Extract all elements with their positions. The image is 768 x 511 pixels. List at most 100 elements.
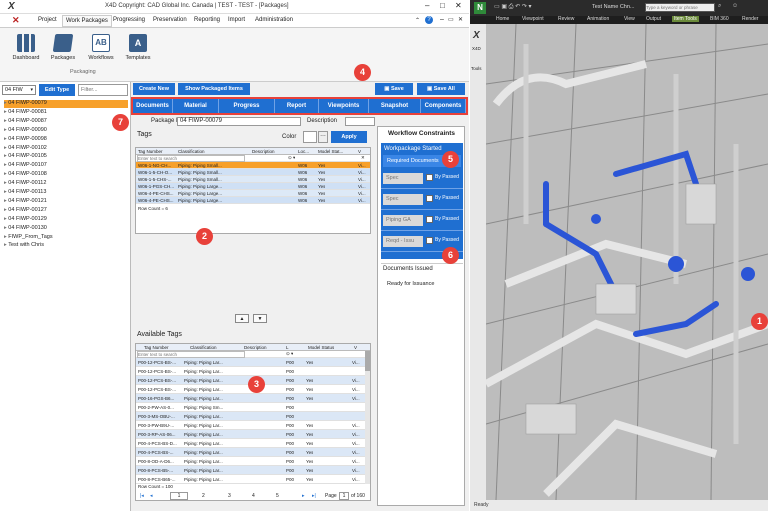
description-field[interactable] bbox=[345, 117, 375, 126]
dashboard-button[interactable]: Dashboard bbox=[8, 34, 44, 61]
table-row[interactable]: W06-1-5-CH-O... Piping: Piping Small... W0… bbox=[136, 169, 370, 176]
menu-reporting[interactable]: Reporting bbox=[194, 17, 220, 23]
table-row[interactable]: W06-1-NG-CH... Piping: Piping Small... W06… bbox=[136, 162, 370, 169]
table-row[interactable]: W06-1-PGS-CH... Piping: Piping Large... W0… bbox=[136, 183, 370, 190]
tab-components[interactable]: Components bbox=[421, 99, 466, 113]
edit-type-button[interactable]: Edit Type bbox=[39, 84, 75, 96]
col-v[interactable]: V bbox=[358, 149, 361, 154]
navis-tab-home[interactable]: Home bbox=[496, 16, 509, 22]
col-tag-number[interactable]: Tag Number bbox=[138, 149, 163, 154]
menu-progressing[interactable]: Progressing bbox=[113, 17, 145, 23]
scrollbar-thumb[interactable] bbox=[365, 351, 370, 371]
col-model-status[interactable]: Model Stat... bbox=[318, 149, 343, 154]
workflow-item-field[interactable]: Piping GA bbox=[383, 215, 423, 226]
tab-snapshot[interactable]: Snapshot bbox=[369, 99, 421, 113]
package-no-field[interactable]: 04 FIWP-00079 bbox=[177, 117, 301, 126]
tree-item[interactable]: ▸ 04 FIWP-00105 bbox=[4, 153, 128, 161]
table-row[interactable]: P00-4-PCS-BS-D... Piping: Piping Lar... P0… bbox=[136, 439, 366, 448]
filter-input[interactable] bbox=[78, 84, 128, 96]
color-picker[interactable] bbox=[303, 131, 317, 143]
menu-administration[interactable]: Administration bbox=[255, 17, 293, 23]
tree-item[interactable]: ▸ 04 FIWP-00107 bbox=[4, 162, 128, 170]
page-input[interactable]: 1 bbox=[339, 492, 349, 500]
avail-col-tag-number[interactable]: Tag Number bbox=[144, 345, 169, 350]
available-filter-icon[interactable]: ⊙ ▾ bbox=[286, 351, 293, 357]
minimize-button[interactable]: – bbox=[425, 1, 429, 10]
help-icon[interactable]: ? bbox=[425, 16, 433, 24]
move-up-button[interactable]: ▲ bbox=[235, 314, 249, 323]
next-page-icon[interactable]: ▸ bbox=[302, 493, 305, 499]
menu-preservation[interactable]: Preservation bbox=[153, 17, 187, 23]
tree-item[interactable]: ▸ 04 FIWP-00112 bbox=[4, 180, 128, 188]
tree-item[interactable]: ▸ 04 FIWP-00081 bbox=[4, 109, 128, 117]
bypassed-checkbox[interactable] bbox=[426, 216, 433, 223]
close-icon[interactable]: ✕ bbox=[458, 16, 463, 23]
tree-item[interactable]: ▸ 04 FIWP-00102 bbox=[4, 145, 128, 153]
maximize-button[interactable]: □ bbox=[440, 1, 445, 10]
tab-material[interactable]: Material bbox=[173, 99, 219, 113]
tags-filter-icon[interactable]: ⊙ ▾ bbox=[288, 155, 295, 161]
table-row[interactable]: P00-3-PW-B9U-... Piping: Piping Lar... P00… bbox=[136, 421, 366, 430]
page-link-5[interactable]: 5 bbox=[276, 493, 279, 499]
tree-item[interactable]: ▸ Test with Chris bbox=[4, 242, 128, 250]
close-button[interactable]: ✕ bbox=[455, 1, 462, 10]
tab-documents[interactable]: Documents bbox=[133, 99, 173, 113]
avail-col-l[interactable]: L bbox=[286, 345, 289, 350]
table-row[interactable]: P00-4-PCS-BS-... Piping: Piping Lar... P00… bbox=[136, 448, 366, 457]
search-icon[interactable]: ⌕ bbox=[718, 3, 721, 10]
navis-tab-viewpoint[interactable]: Viewpoint bbox=[522, 16, 544, 22]
navis-tab-bim360[interactable]: BIM 360 bbox=[710, 16, 729, 22]
workflow-item-field[interactable]: Spec bbox=[383, 173, 423, 184]
tags-clear-icon[interactable]: ✕ bbox=[361, 155, 365, 161]
tree-item[interactable]: ▸ FIWP_From_Tags bbox=[4, 234, 128, 242]
bypassed-checkbox[interactable] bbox=[426, 237, 433, 244]
navis-tab-view[interactable]: View bbox=[624, 16, 635, 22]
tab-report[interactable]: Report bbox=[275, 99, 319, 113]
navis-tab-output[interactable]: Output bbox=[646, 16, 661, 22]
avail-col-model-status[interactable]: Model Status bbox=[308, 345, 334, 350]
menu-work-packages[interactable]: Work Packages bbox=[62, 15, 112, 27]
tab-viewpoints[interactable]: Viewpoints bbox=[319, 99, 369, 113]
page-link-1[interactable]: 1 bbox=[170, 492, 188, 500]
tree-item[interactable]: ▸ 04 FIWP-00121 bbox=[4, 198, 128, 206]
table-row[interactable]: P00-3-RP-AS-06... Piping: Piping Lar... P0… bbox=[136, 430, 366, 439]
keyword-search-input[interactable] bbox=[645, 3, 715, 12]
col-loc[interactable]: Loc... bbox=[298, 149, 309, 154]
save-all-button[interactable]: ▣ Save All bbox=[417, 83, 465, 95]
table-row[interactable]: P00-8-OD-A-D6... Piping: Piping Lar... P00… bbox=[136, 457, 366, 466]
menu-import[interactable]: Import bbox=[228, 17, 245, 23]
table-row[interactable]: P00-3-MS-OBU-... Piping: Piping Lar... P00 bbox=[136, 412, 366, 421]
type-select[interactable]: 04 FIW ▾ bbox=[2, 85, 36, 95]
show-packaged-button[interactable]: Show Packaged Items bbox=[178, 83, 250, 95]
page-link-2[interactable]: 2 bbox=[202, 493, 205, 499]
table-row[interactable]: P00-8-PCS-B65-... Piping: Piping Lar... P0… bbox=[136, 475, 366, 484]
available-scrollbar[interactable] bbox=[365, 351, 370, 484]
avail-col-v[interactable]: V bbox=[354, 345, 357, 350]
create-new-button[interactable]: Create New bbox=[133, 83, 175, 95]
first-page-icon[interactable]: |◂ bbox=[140, 493, 144, 499]
col-description[interactable]: Description bbox=[252, 149, 275, 154]
apply-button[interactable]: Apply bbox=[331, 131, 367, 143]
user-icon[interactable]: ☺ bbox=[732, 3, 738, 9]
x-menu-icon[interactable]: ✕ bbox=[12, 15, 20, 26]
table-row[interactable]: P00-8-PCS-B5-... Piping: Piping Lar... P00… bbox=[136, 466, 366, 475]
packages-button[interactable]: Packages bbox=[45, 34, 81, 61]
workflow-item-field[interactable]: Spec bbox=[383, 194, 423, 205]
navis-tab-render[interactable]: Render bbox=[742, 16, 758, 22]
tree-item[interactable]: ▸ 04 FIWP-00108 bbox=[4, 171, 128, 179]
table-row[interactable]: P00-2-PW-AS-0... Piping: Piping Sm... P00 bbox=[136, 403, 366, 412]
table-row[interactable]: P00-12-PCS-BS-... Piping: Piping Lar... P0… bbox=[136, 358, 366, 367]
tree-item[interactable]: ▸ 04 FIWP-00113 bbox=[4, 189, 128, 197]
navis-tab-item-tools[interactable]: Item Tools bbox=[672, 16, 699, 22]
workflows-button[interactable]: AB Workflows bbox=[83, 34, 119, 61]
restore-icon[interactable]: ▭ bbox=[448, 16, 454, 23]
ribbon-collapse-icon[interactable]: ⌃ bbox=[415, 17, 420, 24]
tree-item[interactable]: ▸ 04 FIWP-00127 bbox=[4, 207, 128, 215]
tree-item[interactable]: ▸ 04 FIWP-00129 bbox=[4, 216, 128, 224]
page-link-4[interactable]: 4 bbox=[252, 493, 255, 499]
col-classification[interactable]: Classification bbox=[178, 149, 205, 154]
bypassed-checkbox[interactable] bbox=[426, 174, 433, 181]
table-row[interactable]: W06-4-PE-CHS... Piping: Piping Large... W0… bbox=[136, 197, 370, 204]
navis-tab-review[interactable]: Review bbox=[558, 16, 574, 22]
navis-logo-icon[interactable]: N bbox=[474, 2, 486, 14]
